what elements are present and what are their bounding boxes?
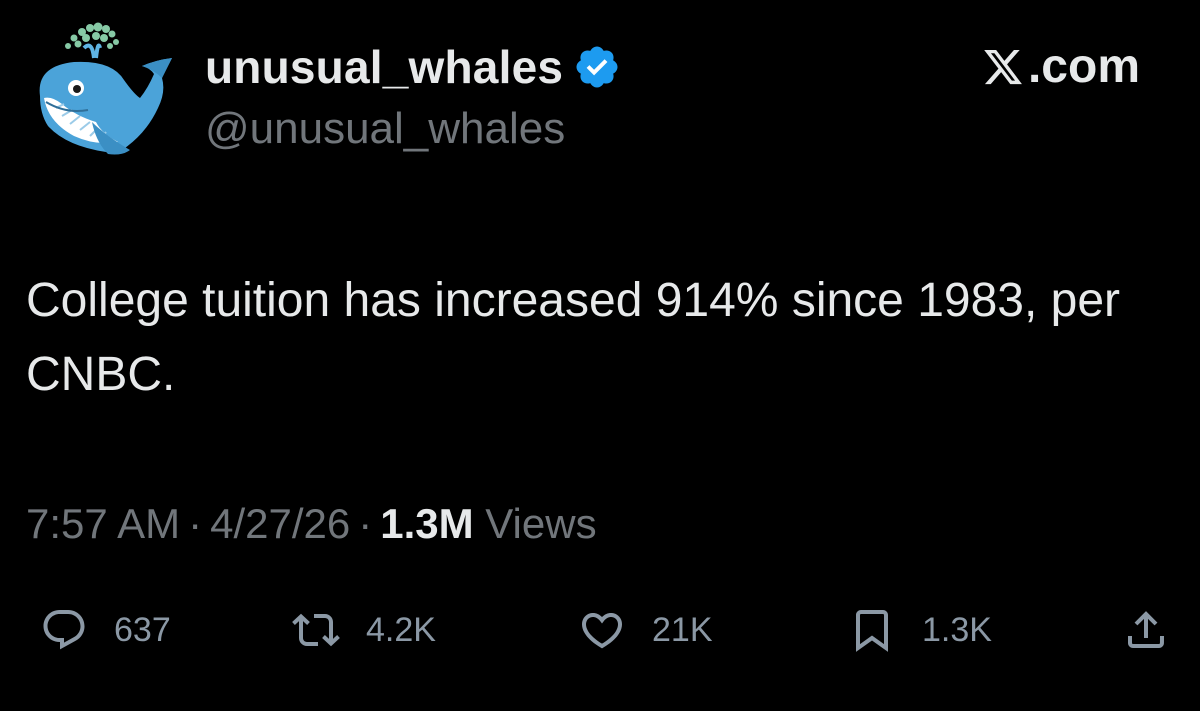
handle[interactable]: @unusual_whales — [205, 102, 565, 156]
repost-count: 4.2K — [366, 611, 436, 649]
author-name-row: unusual_whales — [205, 40, 621, 94]
reply-count: 637 — [114, 611, 171, 649]
repost-button[interactable]: 4.2K — [292, 600, 436, 660]
repost-icon — [292, 613, 340, 647]
reply-icon — [43, 610, 85, 650]
display-name[interactable]: unusual_whales — [205, 40, 563, 94]
like-button[interactable]: 21K — [578, 600, 713, 660]
bookmark-icon — [856, 610, 888, 652]
share-icon — [1128, 611, 1164, 648]
meta-separator: · — [188, 500, 203, 547]
tweet-date[interactable]: 4/27/26 — [210, 500, 350, 547]
avatar[interactable] — [26, 18, 176, 160]
source-domain: .com — [1027, 40, 1140, 93]
whale-icon — [39, 22, 172, 155]
share-button[interactable] — [1122, 600, 1170, 660]
x-logo-icon — [982, 46, 1024, 88]
tweet-meta: 7:57 AM · 4/27/26 · 1.3M Views — [26, 496, 597, 552]
views-label: Views — [473, 500, 597, 547]
tweet-text: College tuition has increased 914% since… — [26, 274, 1121, 401]
source-attribution: .com — [982, 40, 1140, 94]
views-count: 1.3M — [380, 500, 474, 547]
heart-icon — [581, 613, 623, 649]
verified-badge-icon[interactable] — [573, 43, 621, 91]
bookmark-button[interactable]: 1.3K — [848, 600, 992, 660]
like-count: 21K — [652, 611, 713, 649]
action-bar: 637 4.2K 21K 1.3K — [0, 600, 1200, 660]
reply-button[interactable]: 637 — [40, 600, 171, 660]
bookmark-count: 1.3K — [922, 611, 992, 649]
tweet-time[interactable]: 7:57 AM — [26, 500, 180, 547]
meta-separator: · — [358, 500, 373, 547]
